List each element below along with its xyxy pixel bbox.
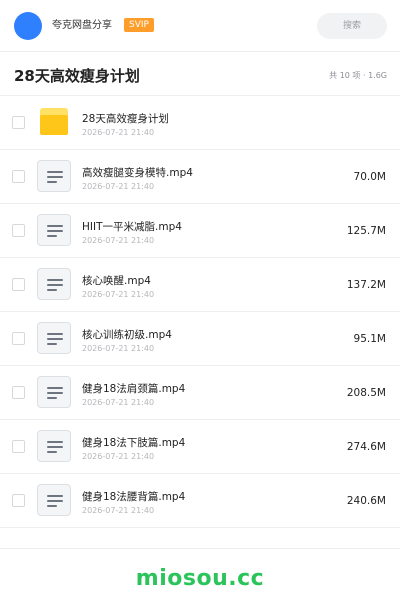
- file-date: 2026-07-21 21:40: [82, 344, 155, 353]
- file-date: 2026-07-21 21:40: [82, 128, 155, 137]
- document-icon: [37, 430, 71, 462]
- document-icon: [37, 484, 71, 516]
- file-size: 240.6M: [346, 495, 386, 507]
- title-bar: 28天高效瘦身计划 共 10 项 · 1.6G: [0, 52, 400, 96]
- file-name[interactable]: HIIT一平米减脂.mp4: [82, 220, 182, 234]
- file-date: 2026-07-21 21:40: [82, 236, 155, 245]
- file-size: 137.2M: [346, 279, 386, 291]
- document-icon: [37, 160, 71, 192]
- select-checkbox[interactable]: [12, 224, 25, 237]
- file-size: 125.7M: [346, 225, 386, 237]
- file-size: 274.6M: [346, 441, 386, 453]
- file-date: 2026-07-21 21:40: [82, 452, 155, 461]
- watermark-text: miosou.cc: [135, 566, 265, 591]
- list-item[interactable]: 健身18法下肢篇.mp4 2026-07-21 21:40 274.6M: [0, 420, 400, 474]
- folder-icon: [40, 108, 68, 135]
- file-date: 2026-07-21 21:40: [82, 290, 155, 299]
- footer: miosou.cc: [0, 548, 400, 600]
- search-input[interactable]: [317, 13, 387, 39]
- file-date: 2026-07-21 21:40: [82, 182, 155, 191]
- list-item[interactable]: 核心训练初级.mp4 2026-07-21 21:40 95.1M: [0, 312, 400, 366]
- select-checkbox[interactable]: [12, 278, 25, 291]
- file-name[interactable]: 健身18法下肢篇.mp4: [82, 436, 185, 450]
- list-item[interactable]: 核心唤醒.mp4 2026-07-21 21:40 137.2M: [0, 258, 400, 312]
- select-checkbox[interactable]: [12, 116, 25, 129]
- file-name[interactable]: 核心训练初级.mp4: [82, 328, 172, 342]
- select-checkbox[interactable]: [12, 332, 25, 345]
- file-size: 208.5M: [346, 387, 386, 399]
- item-summary: 共 10 项 · 1.6G: [329, 71, 387, 80]
- select-checkbox[interactable]: [12, 494, 25, 507]
- file-name[interactable]: 高效瘦腿变身模特.mp4: [82, 166, 193, 180]
- file-size: 95.1M: [353, 333, 386, 345]
- file-date: 2026-07-21 21:40: [82, 506, 155, 515]
- list-item[interactable]: 28天高效瘦身计划 2026-07-21 21:40: [0, 96, 400, 150]
- file-date: 2026-07-21 21:40: [82, 398, 155, 407]
- select-checkbox[interactable]: [12, 386, 25, 399]
- page-title: 28天高效瘦身计划: [14, 67, 140, 85]
- top-header: 夸克网盘分享 SVIP: [0, 0, 400, 52]
- file-list: 28天高效瘦身计划 2026-07-21 21:40 高效瘦腿变身模特.mp4 …: [0, 96, 400, 528]
- file-name[interactable]: 健身18法腰背篇.mp4: [82, 490, 185, 504]
- file-name[interactable]: 核心唤醒.mp4: [82, 274, 151, 288]
- brand-label: 夸克网盘分享: [52, 20, 112, 31]
- select-checkbox[interactable]: [12, 170, 25, 183]
- list-item[interactable]: 健身18法腰背篇.mp4 2026-07-21 21:40 240.6M: [0, 474, 400, 528]
- document-icon: [37, 214, 71, 246]
- list-item[interactable]: 高效瘦腿变身模特.mp4 2026-07-21 21:40 70.0M: [0, 150, 400, 204]
- document-icon: [37, 376, 71, 408]
- document-icon: [37, 322, 71, 354]
- file-name[interactable]: 28天高效瘦身计划: [82, 112, 169, 126]
- svip-badge: SVIP: [124, 18, 154, 32]
- list-item[interactable]: 健身18法肩颈篇.mp4 2026-07-21 21:40 208.5M: [0, 366, 400, 420]
- select-checkbox[interactable]: [12, 440, 25, 453]
- list-item[interactable]: HIIT一平米减脂.mp4 2026-07-21 21:40 125.7M: [0, 204, 400, 258]
- document-icon: [37, 268, 71, 300]
- file-name[interactable]: 健身18法肩颈篇.mp4: [82, 382, 185, 396]
- avatar[interactable]: [14, 12, 42, 40]
- file-size: 70.0M: [353, 171, 386, 183]
